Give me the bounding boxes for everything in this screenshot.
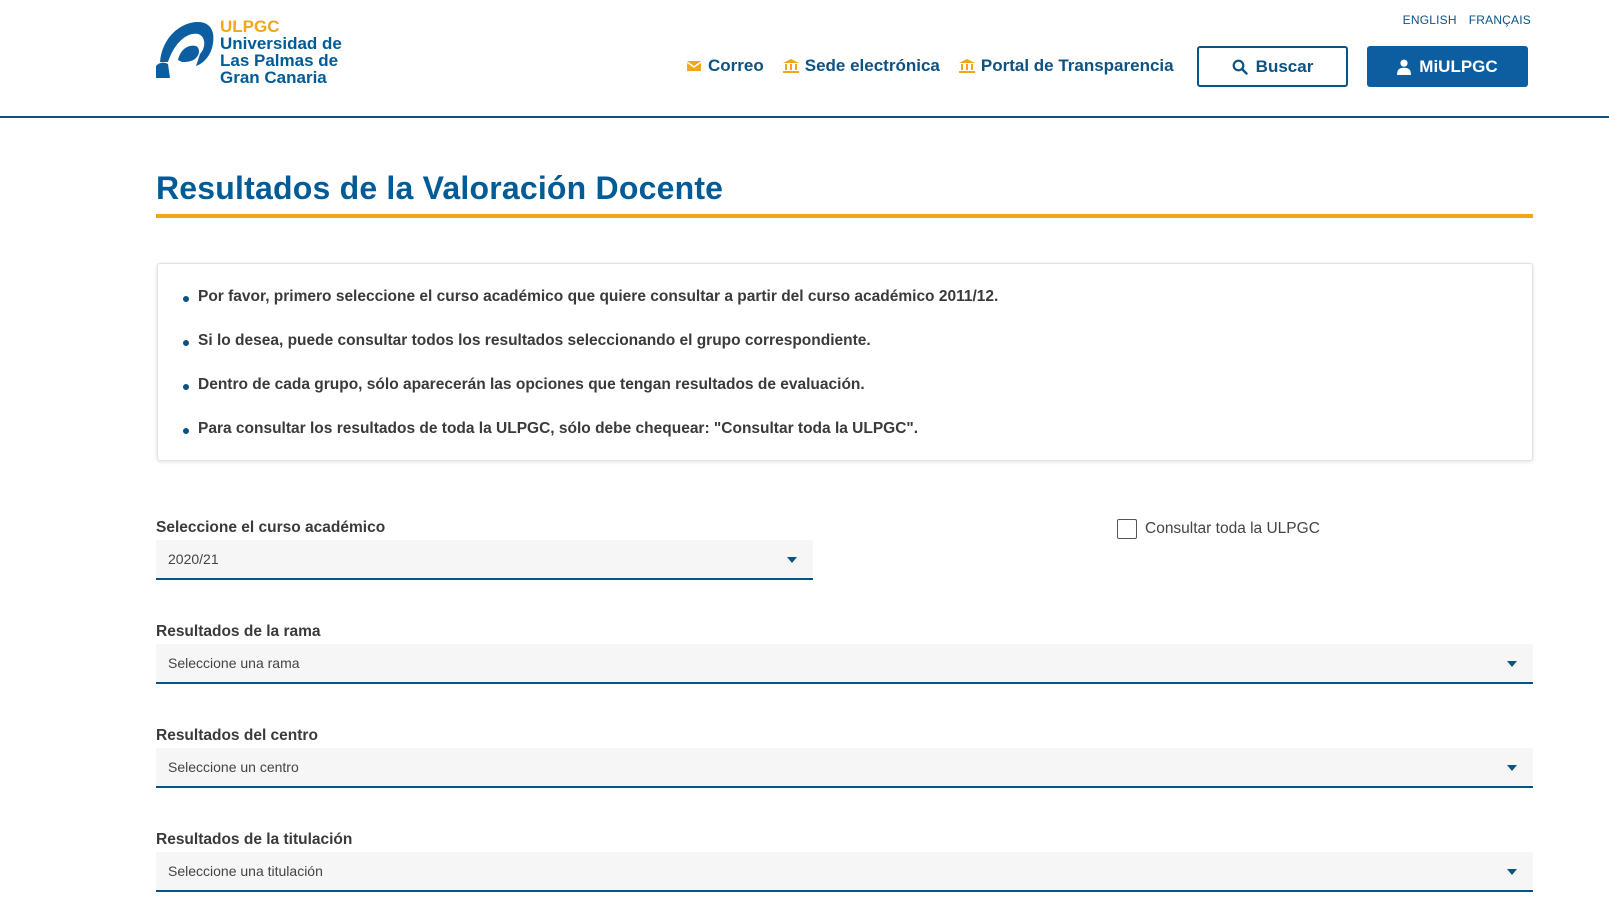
- logo-acronym: ULPGC: [220, 17, 280, 36]
- title-underline: [156, 214, 1533, 218]
- nav-sede-link[interactable]: Sede electrónica: [782, 56, 940, 76]
- titulacion-select[interactable]: Seleccione una titulación: [156, 852, 1533, 892]
- nav-transparencia-label: Portal de Transparencia: [980, 56, 1174, 75]
- site-header: ULPGC Universidad de Las Palmas de Gran …: [0, 0, 1609, 118]
- centro-label: Resultados del centro: [156, 727, 318, 744]
- ulpgc-logo[interactable]: ULPGC Universidad de Las Palmas de Gran …: [156, 18, 342, 86]
- info-item: Por favor, primero seleccione el curso a…: [183, 288, 1532, 332]
- search-button-label: Buscar: [1255, 56, 1314, 76]
- consultar-toda-toggle[interactable]: Consultar toda la ULPGC: [1117, 519, 1320, 539]
- curso-select[interactable]: 2020/21: [156, 540, 813, 580]
- institution-icon: [958, 59, 975, 73]
- search-icon: [1232, 59, 1248, 75]
- consultar-toda-checkbox[interactable]: [1117, 519, 1137, 539]
- logo-line-2: Las Palmas de: [220, 51, 339, 70]
- titulacion-select-value: Seleccione una titulación: [168, 863, 323, 879]
- curso-label: Seleccione el curso académico: [156, 519, 386, 536]
- mail-icon: [686, 61, 702, 71]
- centro-select-value: Seleccione un centro: [168, 759, 299, 775]
- info-item: Si lo desea, puede consultar todos los r…: [183, 332, 1532, 376]
- consultar-toda-label: Consultar toda la ULPGC: [1145, 520, 1320, 537]
- nav-sede-label: Sede electrónica: [804, 56, 940, 75]
- titulacion-label: Resultados de la titulación: [156, 831, 353, 848]
- lang-english-link[interactable]: ENGLISH: [1403, 13, 1457, 27]
- info-box: Por favor, primero seleccione el curso a…: [157, 263, 1533, 461]
- info-list: Por favor, primero seleccione el curso a…: [158, 264, 1532, 464]
- lang-french-link[interactable]: FRANÇAIS: [1469, 13, 1531, 27]
- institution-icon: [782, 59, 799, 73]
- language-switcher: ENGLISH FRANÇAIS: [1403, 13, 1531, 27]
- centro-select[interactable]: Seleccione un centro: [156, 748, 1533, 788]
- page-title: Resultados de la Valoración Docente: [156, 170, 724, 206]
- logo-line-1: Universidad de: [220, 34, 342, 53]
- logo-line-3: Gran Canaria: [220, 68, 327, 87]
- user-icon: [1397, 59, 1412, 75]
- ulpgc-logo-icon: [156, 22, 214, 78]
- miulpgc-button[interactable]: MiULPGC: [1367, 46, 1528, 87]
- info-item: Dentro de cada grupo, sólo aparecerán la…: [183, 376, 1532, 420]
- rama-select[interactable]: Seleccione una rama: [156, 644, 1533, 684]
- chevron-down-icon: [1507, 661, 1517, 667]
- chevron-down-icon: [787, 557, 797, 563]
- nav-correo-link[interactable]: Correo: [686, 56, 764, 76]
- top-nav: Correo Sede electrónica Portal de Transp…: [686, 46, 1193, 86]
- chevron-down-icon: [1507, 869, 1517, 875]
- search-button[interactable]: Buscar: [1197, 46, 1348, 87]
- miulpgc-button-label: MiULPGC: [1419, 56, 1498, 76]
- info-item: Para consultar los resultados de toda la…: [183, 420, 1532, 464]
- chevron-down-icon: [1507, 765, 1517, 771]
- curso-select-value: 2020/21: [168, 551, 219, 567]
- rama-select-value: Seleccione una rama: [168, 655, 300, 671]
- nav-transparencia-link[interactable]: Portal de Transparencia: [958, 56, 1174, 76]
- rama-label: Resultados de la rama: [156, 623, 321, 640]
- nav-correo-label: Correo: [708, 56, 764, 75]
